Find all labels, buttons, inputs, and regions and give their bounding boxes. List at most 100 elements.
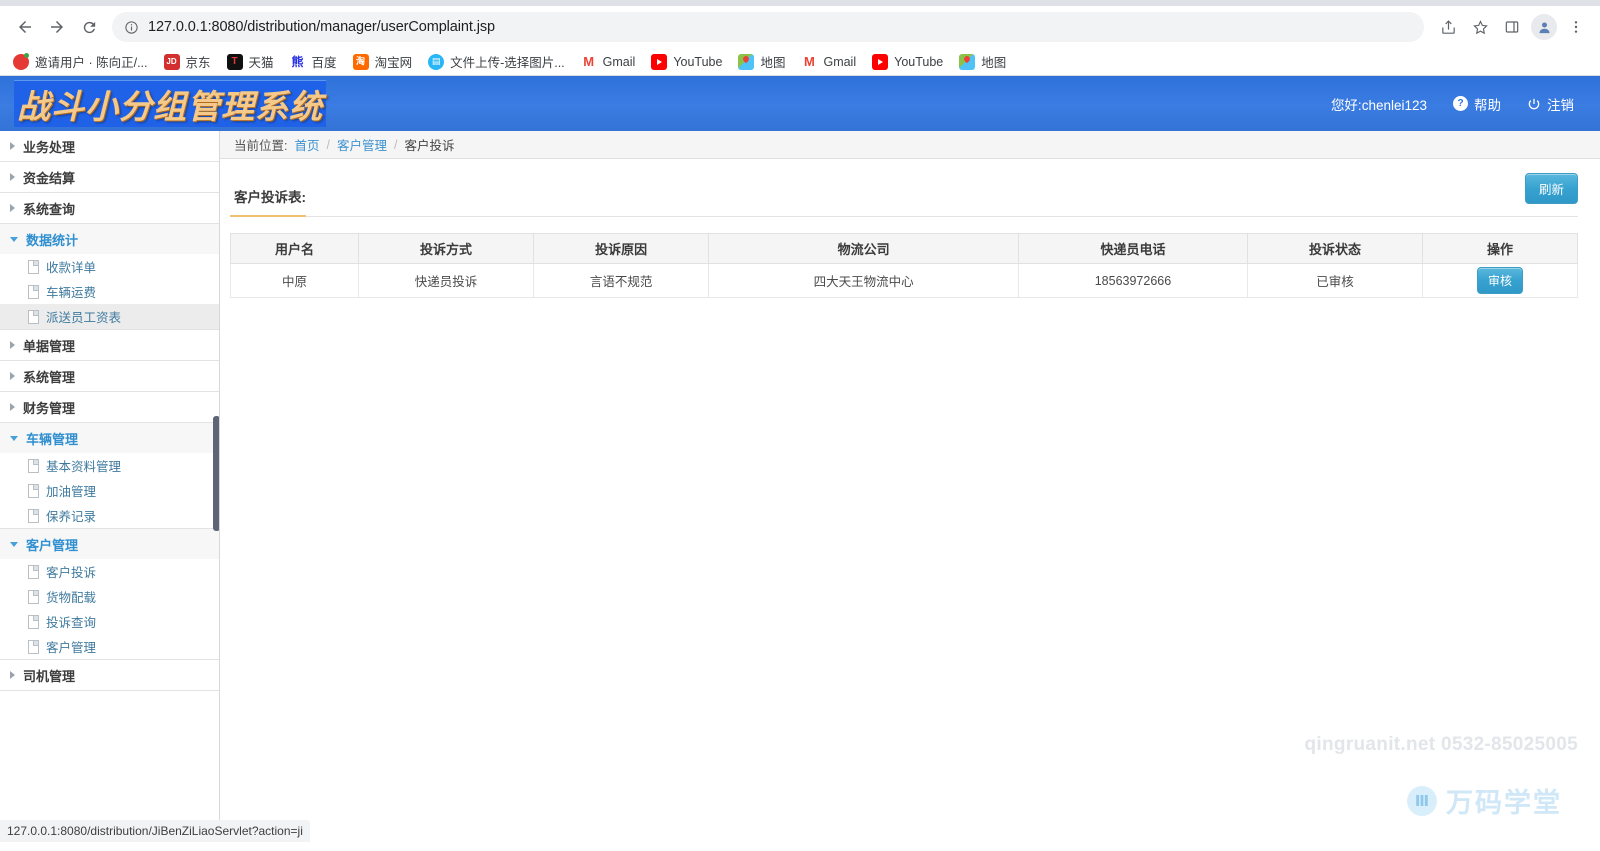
status-bar: 127.0.0.1:8080/distribution/JiBenZiLiaoS… bbox=[0, 820, 310, 842]
watermark-logo-text: 万码学堂 bbox=[1446, 788, 1562, 818]
table-column-header: 物流公司 bbox=[708, 233, 1019, 264]
bookmark-item[interactable]: M Gmail bbox=[574, 51, 643, 73]
header-actions: 您好:chenlei123 ? 帮助 注销 bbox=[1331, 94, 1574, 114]
sidebar-item[interactable]: 车辆运费 bbox=[0, 279, 219, 304]
table-cell: 快递员投诉 bbox=[357, 263, 535, 298]
refresh-button[interactable]: 刷新 bbox=[1524, 173, 1578, 204]
sidebar-item[interactable]: 派送员工资表 bbox=[0, 304, 219, 329]
bookmark-label: 百度 bbox=[311, 56, 337, 70]
sidebar-group-1[interactable]: 资金结算 bbox=[0, 162, 219, 192]
sidebar-group-label: 系统查询 bbox=[23, 201, 76, 217]
breadcrumb-current: 客户投诉 bbox=[404, 139, 455, 153]
sidebar-group-6[interactable]: 财务管理 bbox=[0, 392, 219, 422]
document-icon bbox=[28, 564, 39, 579]
bookmark-item[interactable]: ▤ 文件上传-选择图片... bbox=[421, 49, 572, 74]
sidebar-group-4[interactable]: 单据管理 bbox=[0, 330, 219, 360]
back-arrow-icon[interactable] bbox=[10, 12, 40, 42]
page-info-icon[interactable] bbox=[124, 20, 139, 35]
profile-avatar-icon[interactable] bbox=[1530, 13, 1558, 41]
table-column-header: 操作 bbox=[1422, 233, 1578, 264]
bookmarks-bar: 邀请用户 · 陈向正/... JD 京东 T 天猫 熊百度 淘淘宝网 ▤ 文件上传-选… bbox=[0, 48, 1600, 76]
review-button[interactable]: 审核 bbox=[1477, 267, 1524, 294]
baidu-site-icon: 熊 bbox=[289, 53, 306, 70]
forward-arrow-icon[interactable] bbox=[42, 12, 72, 42]
logout-button[interactable]: 注销 bbox=[1527, 94, 1574, 114]
question-mark-icon: ? bbox=[1453, 96, 1468, 111]
bookmark-item[interactable]: YouTube bbox=[644, 51, 729, 73]
sidebar-scrollbar-thumb[interactable] bbox=[213, 416, 219, 531]
sidebar-group-label: 财务管理 bbox=[23, 400, 76, 416]
breadcrumb-home[interactable]: 首页 bbox=[294, 135, 319, 154]
document-icon bbox=[28, 284, 39, 299]
sidebar-group: 资金结算 bbox=[0, 162, 219, 193]
bookmark-label: 淘宝网 bbox=[374, 56, 413, 70]
kebab-menu-icon[interactable] bbox=[1562, 13, 1590, 41]
sidebar-item[interactable]: 投诉查询 bbox=[0, 609, 219, 634]
sidebar-submenu: 收款详单车辆运费 派送员工资表 bbox=[0, 254, 219, 329]
breadcrumb: 当前位置: 首页 / 客户管理 / 客户投诉 bbox=[220, 131, 1600, 159]
greeting-text: 您好:chenlei123 bbox=[1330, 97, 1427, 113]
breadcrumb-section[interactable]: 客户管理 bbox=[337, 135, 387, 154]
sidebar-item[interactable]: 收款详单 bbox=[0, 254, 219, 279]
document-icon bbox=[28, 639, 39, 654]
bookmark-item[interactable]: 地图 bbox=[952, 49, 1013, 74]
table-cell: 中原 bbox=[230, 263, 359, 298]
help-label: 帮助 bbox=[1474, 97, 1501, 113]
bookmark-star-icon[interactable] bbox=[1466, 13, 1494, 41]
sidebar-item-label: 收款详单 bbox=[46, 261, 97, 275]
table-header-row: 用户名 投诉方式 投诉原因 物流公司 快递员电话 投诉状态 操作 bbox=[230, 233, 1578, 264]
document-icon bbox=[28, 259, 39, 274]
sidebar-group-9[interactable]: 司机管理 bbox=[0, 660, 219, 690]
sidebar-item-label: 基本资料管理 bbox=[46, 460, 122, 474]
table-cell: 18563972666 bbox=[1017, 263, 1248, 298]
browser-window: 127.0.0.1:8080/distribution/manager/user… bbox=[0, 0, 1600, 851]
table-cell: 言语不规范 bbox=[533, 263, 710, 298]
sidebar-item[interactable]: 加油管理 bbox=[0, 478, 219, 503]
invite-site-icon bbox=[13, 52, 29, 70]
sidebar-item-label: 客户投诉 bbox=[46, 566, 97, 580]
sidebar-item[interactable]: 货物配载 bbox=[0, 584, 219, 609]
share-icon[interactable] bbox=[1434, 13, 1462, 41]
chevron-right-icon bbox=[10, 142, 15, 150]
sidebar-submenu: 客户投诉货物配载 投诉查询客户管理 bbox=[0, 559, 219, 659]
watermark-text: qingruanit.net 0532-85025005 bbox=[1304, 734, 1578, 755]
sidebar-group-8[interactable]: 客户管理 bbox=[0, 529, 219, 559]
sidebar-nav: 业务处理 资金结算系统查询数据统计收款详单车辆运费 派送员工资表 单据管理 系统管理财务… bbox=[0, 131, 220, 842]
sidebar-group-5[interactable]: 系统管理 bbox=[0, 361, 219, 391]
sidebar-group-2[interactable]: 系统查询 bbox=[0, 193, 219, 223]
sidebar-item[interactable]: 保养记录 bbox=[0, 503, 219, 528]
page-title: 客户投诉表: bbox=[230, 186, 306, 217]
side-panel-icon[interactable] bbox=[1498, 13, 1526, 41]
bookmark-item[interactable]: 邀请用户 · 陈向正/... bbox=[6, 49, 155, 74]
sidebar-item-label: 客户管理 bbox=[46, 641, 97, 655]
maps-icon bbox=[738, 53, 755, 70]
bookmark-item[interactable]: YouTube bbox=[865, 51, 950, 73]
bookmark-label: YouTube bbox=[894, 54, 944, 69]
bookmark-item[interactable]: 熊百度 bbox=[283, 49, 344, 74]
sidebar-group: 业务处理 bbox=[0, 131, 219, 162]
sidebar-group-label: 车辆管理 bbox=[26, 431, 79, 447]
bookmark-item[interactable]: T 天猫 bbox=[220, 49, 281, 74]
sidebar-item[interactable]: 客户管理 bbox=[0, 634, 219, 659]
bookmark-item[interactable]: 淘淘宝网 bbox=[346, 49, 420, 74]
bookmark-item[interactable]: 地图 bbox=[731, 49, 792, 74]
document-icon bbox=[28, 508, 39, 523]
sidebar-item[interactable]: 基本资料管理 bbox=[0, 453, 219, 478]
sidebar-group-7[interactable]: 车辆管理 bbox=[0, 423, 219, 453]
reload-icon[interactable] bbox=[74, 12, 104, 42]
bookmark-item[interactable]: JD 京东 bbox=[157, 49, 218, 74]
sidebar-submenu: 基本资料管理加油管理 保养记录 bbox=[0, 453, 219, 528]
chevron-down-icon bbox=[10, 435, 18, 441]
sidebar-group-3[interactable]: 数据统计 bbox=[0, 224, 219, 254]
sidebar-group: 系统查询 bbox=[0, 193, 219, 224]
complaint-panel: 客户投诉表: 刷新 用户名 投诉方式 投诉原因 物流公司 快递员电话 投诉状态 操作 中原快… bbox=[220, 159, 1600, 298]
sidebar-group-0[interactable]: 业务处理 bbox=[0, 131, 219, 161]
taobao-site-icon: 淘 bbox=[352, 53, 369, 70]
complaint-table: 用户名 投诉方式 投诉原因 物流公司 快递员电话 投诉状态 操作 中原 快递员投诉 言语不规范四… bbox=[230, 233, 1578, 298]
chevron-right-icon bbox=[10, 204, 15, 212]
sidebar-item[interactable]: 客户投诉 bbox=[0, 559, 219, 584]
chevron-right-icon bbox=[10, 403, 15, 411]
help-button[interactable]: ? 帮助 bbox=[1453, 94, 1501, 114]
address-bar[interactable]: 127.0.0.1:8080/distribution/manager/user… bbox=[112, 12, 1424, 42]
bookmark-item[interactable]: M Gmail bbox=[794, 51, 863, 73]
